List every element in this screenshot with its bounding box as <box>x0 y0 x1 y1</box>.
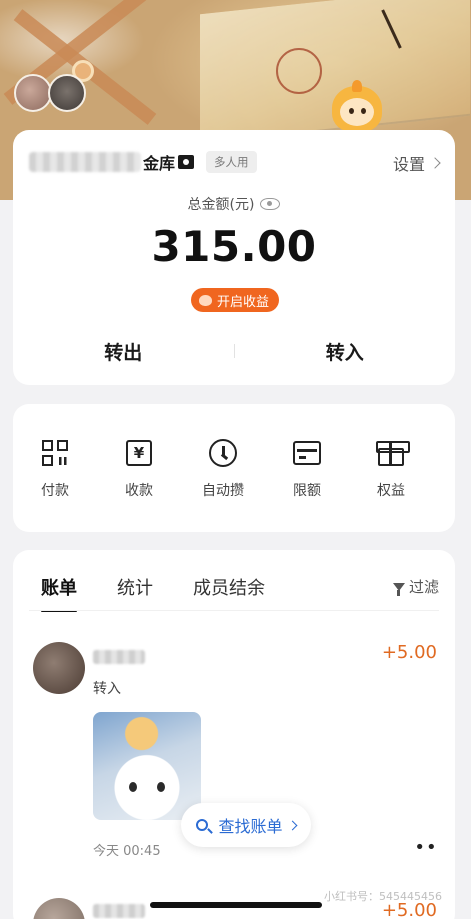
transfer-actions: 转出 转入 <box>13 334 455 368</box>
quick-action-label: 收款 <box>125 483 153 499</box>
quick-action-label: 自动攒 <box>202 483 244 499</box>
member-name-redacted <box>93 904 145 918</box>
enable-earnings-button[interactable]: 开启收益 <box>191 288 280 312</box>
funnel-icon <box>392 582 405 596</box>
qr-code-icon <box>40 438 70 468</box>
transaction-time: 今天 00:45 <box>93 844 161 859</box>
multi-user-badge: 多人用 <box>206 151 257 173</box>
avatar[interactable] <box>33 898 85 919</box>
quick-action-pay[interactable]: 付款 <box>13 438 97 500</box>
avatar <box>48 74 86 112</box>
account-card: 金库 多人用 设置 总金额(元) 315.00 开启收益 转出 转入 <box>13 130 455 385</box>
mascot-face <box>340 98 374 126</box>
quick-actions-row: 付款 ¥ 收款 自动攒 限额 权益 <box>13 438 455 500</box>
avatar[interactable] <box>33 642 85 694</box>
total-amount-label: 总金额(元) <box>187 197 255 213</box>
account-name-redacted <box>29 152 141 172</box>
account-name: 金库 <box>143 154 176 173</box>
settings-button[interactable]: 设置 <box>392 151 441 175</box>
home-indicator <box>150 902 322 908</box>
mascot-illustration <box>328 80 386 136</box>
tab-member-balance[interactable]: 成员结余 <box>193 574 265 600</box>
transaction-photo[interactable] <box>93 712 201 820</box>
mascot-eye <box>361 108 366 114</box>
quick-actions-card: 付款 ¥ 收款 自动攒 限额 权益 <box>13 404 455 532</box>
quick-action-benefits[interactable]: 权益 <box>349 438 433 500</box>
quick-action-label: 权益 <box>377 483 405 499</box>
divider <box>29 610 439 611</box>
mascot-tuft <box>352 80 362 92</box>
transfer-out-button[interactable]: 转出 <box>13 334 234 368</box>
account-title: 金库 多人用 <box>29 150 257 174</box>
mascot-eye <box>349 108 354 114</box>
search-icon <box>196 819 209 831</box>
more-button[interactable]: •• <box>409 833 443 861</box>
piggy-bank-icon <box>199 294 212 306</box>
watermark: 小红书号：545445456 <box>324 890 442 903</box>
chevron-right-icon <box>429 157 441 169</box>
photo-detail <box>157 782 165 792</box>
avatar <box>14 74 52 112</box>
transaction-amount: +5.00 <box>381 642 437 663</box>
filter-button[interactable]: 过滤 <box>392 576 439 597</box>
transfer-in-button[interactable]: 转入 <box>235 334 456 368</box>
more-dots-icon: •• <box>414 836 438 858</box>
total-amount: 315.00 <box>151 222 317 271</box>
tab-statistics[interactable]: 统计 <box>117 574 153 600</box>
settings-label: 设置 <box>392 155 425 174</box>
clock-icon <box>209 439 237 467</box>
enable-earnings-label: 开启收益 <box>217 294 270 310</box>
chevron-right-icon <box>287 820 297 830</box>
quick-action-limit[interactable]: 限额 <box>265 438 349 500</box>
tab-bills[interactable]: 账单 <box>41 574 77 612</box>
quick-action-receive[interactable]: ¥ 收款 <box>97 438 181 500</box>
quick-action-auto-save[interactable]: 自动攒 <box>181 438 265 500</box>
member-avatars[interactable] <box>14 74 94 114</box>
filter-label: 过滤 <box>408 578 439 596</box>
card-icon <box>293 441 321 465</box>
find-bill-label: 查找账单 <box>218 817 283 836</box>
quick-action-label: 限额 <box>293 483 321 499</box>
yen-receipt-icon: ¥ <box>124 438 154 468</box>
find-bill-button[interactable]: 查找账单 <box>181 803 311 847</box>
quick-action-label: 付款 <box>41 483 69 499</box>
gift-icon <box>376 441 410 466</box>
eye-icon[interactable] <box>260 198 281 210</box>
bills-card: 账单 统计 成员结余 过滤 转入 +5.00 今天 00:45 查找账单 •• … <box>13 550 455 919</box>
bills-tabs: 账单 统计 成员结余 <box>41 574 305 612</box>
transaction-type: 转入 <box>93 681 121 697</box>
member-name-redacted <box>93 650 145 664</box>
photo-detail <box>129 782 137 792</box>
pirate-flag-icon <box>178 155 195 169</box>
compass-illustration <box>276 48 322 94</box>
total-label-row: 总金额(元) <box>13 194 455 214</box>
